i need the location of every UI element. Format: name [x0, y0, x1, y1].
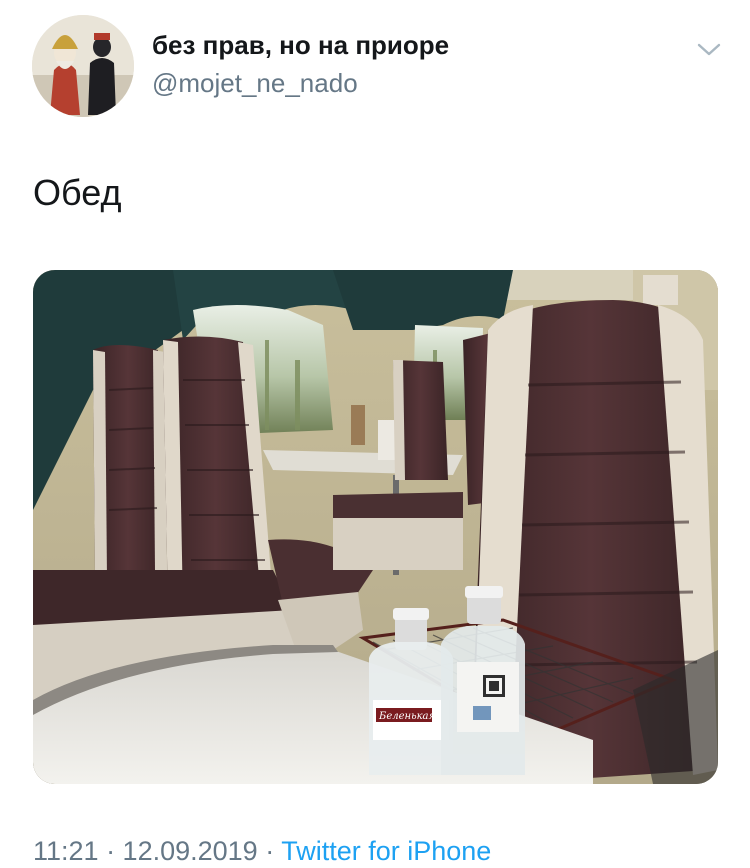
avatar-image [32, 15, 134, 117]
tweet-meta: 11:21 · 12.09.2019 · Twitter for iPhone [33, 836, 491, 867]
train-interior-photo: Беленькая [33, 270, 718, 784]
bottle-label-text: Беленькая [378, 711, 435, 722]
chevron-down-icon [697, 43, 721, 56]
author-handle[interactable]: @mojet_ne_nado [152, 68, 358, 99]
tweet-timestamp[interactable]: 11:21 · 12.09.2019 · [33, 836, 274, 866]
tweet-menu-button[interactable] [694, 38, 724, 62]
avatar[interactable] [32, 15, 134, 117]
tweet-source-link[interactable]: Twitter for iPhone [281, 836, 491, 866]
author-display-name[interactable]: без прав, но на приоре [152, 30, 449, 61]
tweet-text: Обед [33, 172, 122, 213]
tweet-photo[interactable]: Беленькая [33, 270, 718, 784]
